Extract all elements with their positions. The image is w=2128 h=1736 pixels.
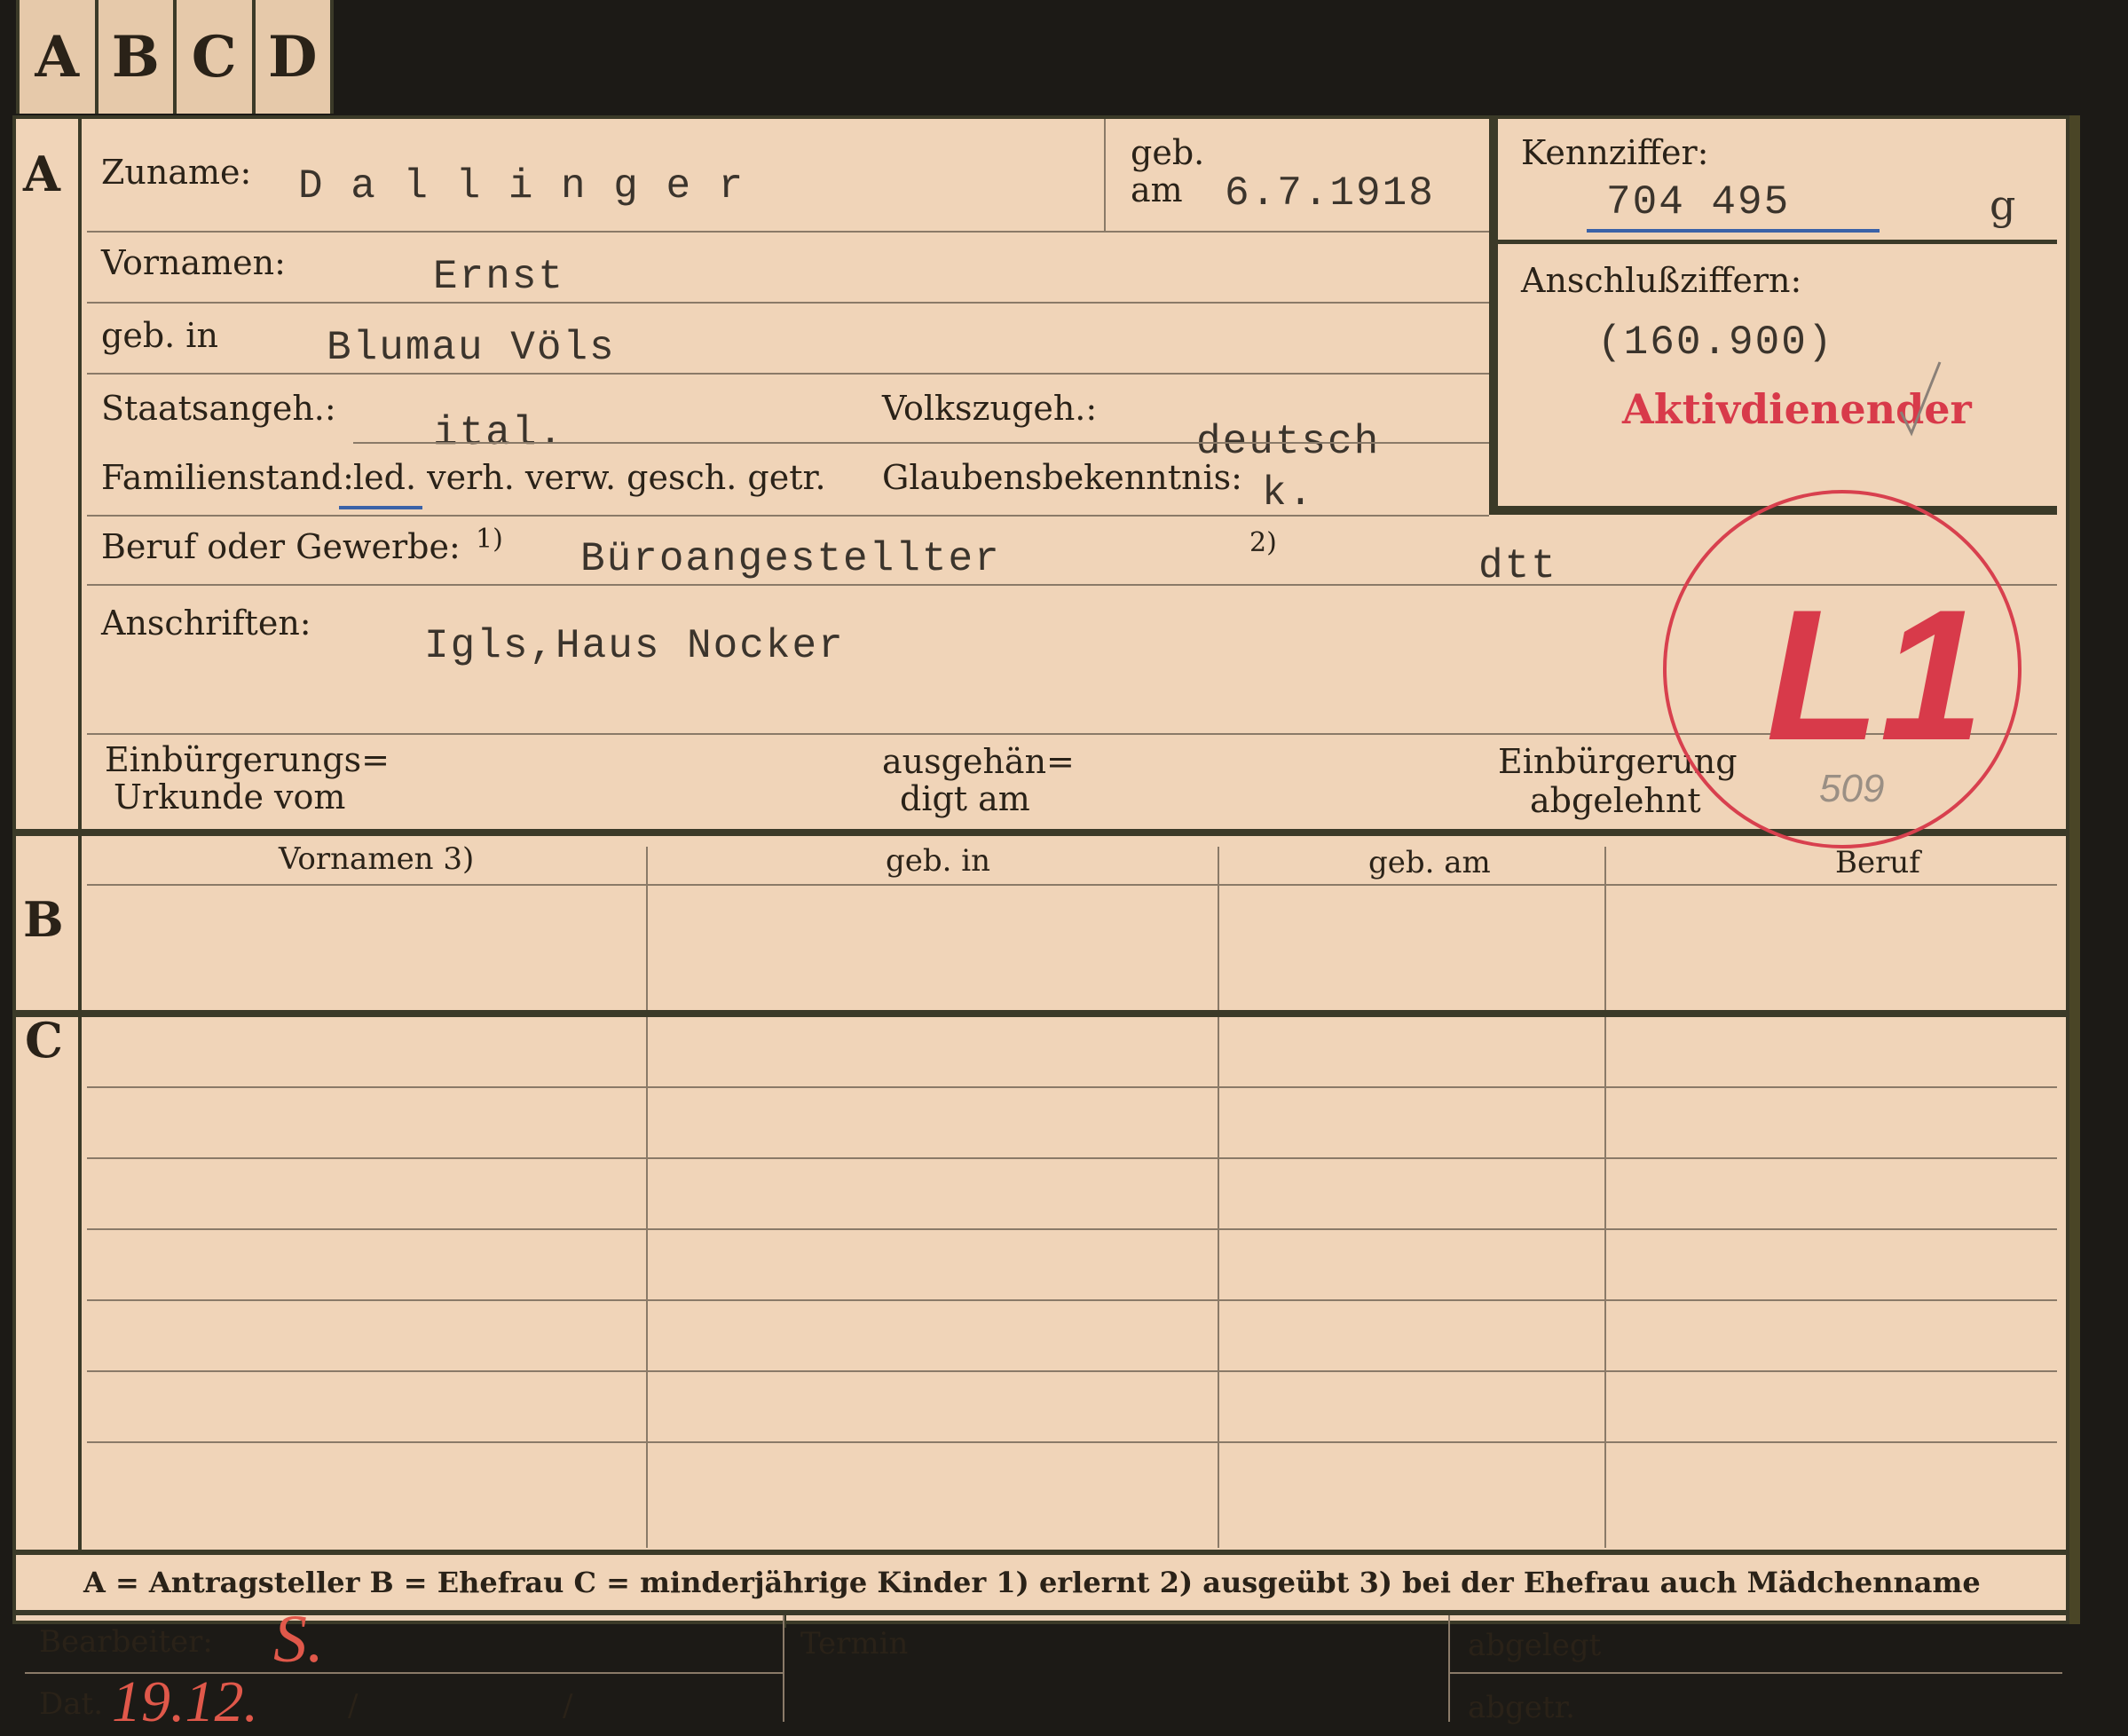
- divider: [1448, 1615, 1450, 1722]
- birthplace-value: Blumau Völs: [327, 325, 616, 371]
- rule: [87, 231, 1489, 233]
- section-c-letter: C: [25, 1012, 63, 1069]
- term-label: Termin: [800, 1626, 909, 1661]
- handed-over-line2: digt am: [900, 779, 1030, 818]
- pencil-note: 509: [1819, 767, 1885, 810]
- date-separator-2: /: [563, 1688, 573, 1724]
- address-value: Igls,Haus Nocker: [424, 623, 845, 669]
- card-right-border: [2068, 115, 2080, 1624]
- profession-value: Büroangestellter: [580, 536, 1001, 582]
- rule: [87, 302, 1489, 304]
- rule: [87, 1441, 2057, 1443]
- table-header-profession: Beruf: [1835, 845, 1920, 880]
- rule: [87, 373, 1489, 375]
- registration-card: A B C Zuname: D a l l i n g e r geb. am …: [12, 115, 2069, 1734]
- born-label-top: geb.: [1131, 133, 1205, 172]
- legend-text: A = Antragsteller B = Ehefrau C = minder…: [83, 1566, 1981, 1599]
- rule: [1450, 1672, 2062, 1674]
- section-b-letter: B: [23, 891, 64, 948]
- marital-status-label: Familienstand:: [101, 458, 354, 497]
- divider: [783, 1615, 784, 1722]
- table-header-birthdate: geb. am: [1368, 845, 1491, 880]
- religion-label: Glaubensbekenntnis:: [882, 458, 1242, 497]
- rule: [87, 1157, 2057, 1159]
- clerk-initial: S.: [273, 1602, 324, 1677]
- given-names-label: Vornamen:: [101, 243, 286, 282]
- citizenship-value: ital.: [433, 410, 565, 456]
- section-bc-divider: [78, 836, 82, 1551]
- section-a-divider: [78, 119, 82, 829]
- surname-value: D a l l i n g e r: [298, 163, 745, 209]
- tab-c[interactable]: C: [177, 0, 256, 114]
- tab-a[interactable]: A: [16, 0, 99, 114]
- profession-note2: 2): [1249, 527, 1277, 558]
- address-label: Anschriften:: [101, 604, 311, 643]
- date-label: Dat.: [39, 1686, 104, 1722]
- citizenship-label: Staatsangeh.:: [101, 389, 336, 428]
- check-mark-icon: [1899, 361, 1942, 437]
- filed-label: abgelegt: [1468, 1628, 1602, 1663]
- clerk-label: Bearbeiter:: [39, 1624, 213, 1660]
- naturalization-rejected-line2: abgelehnt: [1530, 781, 1701, 820]
- rule: [87, 884, 2057, 886]
- marital-status-options: led. verh. verw. gesch. getr.: [353, 458, 826, 497]
- rule: [87, 1228, 2057, 1230]
- birthplace-label: geb. in: [101, 316, 218, 355]
- rule: [87, 1370, 2057, 1372]
- date-value: 19.12.: [112, 1669, 258, 1734]
- naturalization-doc-line1: Einbürgerungs=: [105, 740, 390, 779]
- ethnicity-label: Volkszugeh.:: [882, 389, 1098, 428]
- born-value: 6.7.1918: [1225, 170, 1435, 217]
- tab-b[interactable]: B: [99, 0, 177, 114]
- divider: [1104, 119, 1106, 233]
- l1-stamp-text: L1: [1766, 571, 1984, 779]
- section-a-letter: A: [23, 146, 60, 202]
- connection-value: (160.900): [1597, 320, 1834, 366]
- given-names-value: Ernst: [433, 254, 565, 300]
- connection-label: Anschlußziffern:: [1521, 261, 1802, 300]
- id-number-value: 704 495: [1606, 179, 1791, 225]
- id-box-divider: [1498, 240, 2057, 244]
- id-number-underline: [1587, 229, 1880, 233]
- date-separator-1: /: [348, 1688, 359, 1724]
- table-header-birthplace: geb. in: [886, 843, 991, 879]
- id-number-suffix: g: [1990, 181, 2018, 229]
- section-ab-border: [16, 829, 2066, 836]
- naturalization-doc-line2: Urkunde vom: [114, 777, 346, 817]
- tab-d[interactable]: D: [256, 0, 334, 114]
- rule: [87, 515, 1489, 517]
- rule: [87, 1086, 2057, 1088]
- filed2-label: abgetr.: [1468, 1690, 1575, 1725]
- surname-label: Zuname:: [101, 153, 252, 192]
- id-box-left-border: [1489, 119, 1498, 509]
- marital-status-underline: [339, 506, 422, 509]
- section-bc-border: [16, 1010, 2066, 1017]
- profession-note1: 1): [476, 524, 503, 555]
- born-label-bottom: am: [1131, 170, 1183, 209]
- id-number-label: Kennziffer:: [1521, 133, 1709, 172]
- rule: [87, 1299, 2057, 1301]
- profession-value2: dtt: [1478, 543, 1557, 589]
- religion-value: k.: [1262, 470, 1315, 517]
- table-header-given-names: Vornamen 3): [279, 841, 475, 877]
- handed-over-line1: ausgehän=: [882, 742, 1075, 781]
- rule: [353, 442, 1489, 444]
- tab-strip: A B C D: [16, 0, 334, 114]
- footer-top-border: [16, 1550, 2066, 1555]
- profession-label: Beruf oder Gewerbe:: [101, 527, 461, 566]
